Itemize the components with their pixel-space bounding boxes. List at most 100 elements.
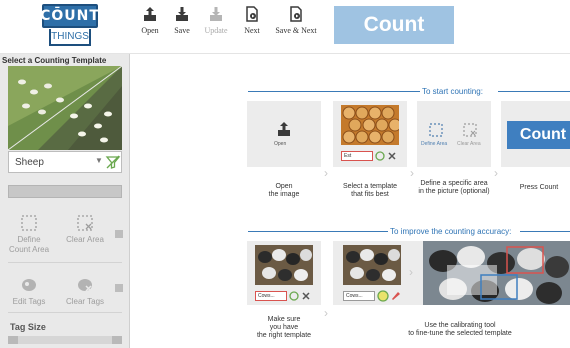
clear-area-button[interactable]: Clear Area bbox=[62, 214, 108, 245]
sidebar-title: Select a Counting Template bbox=[2, 56, 107, 65]
define-area-icon bbox=[21, 215, 37, 231]
save-next-label: Save & Next bbox=[275, 26, 317, 35]
clear-tags-label: Clear Tags bbox=[65, 297, 105, 306]
save-next-icon bbox=[290, 6, 302, 22]
chevron-down-icon: ▼ bbox=[95, 156, 103, 165]
template-select-mini: Cows... bbox=[255, 291, 287, 301]
update-icon bbox=[210, 7, 222, 21]
confirm-icon bbox=[375, 151, 385, 161]
template-select-mini-value: Est bbox=[344, 153, 352, 159]
sidebar-divider bbox=[8, 312, 122, 313]
save-next-button[interactable]: Save & Next bbox=[274, 6, 318, 48]
improve-accuracy-title: To improve the counting accuracy: bbox=[390, 227, 512, 236]
calibration-preview-image bbox=[423, 241, 570, 305]
logo-text-count: CŌUNT bbox=[40, 8, 100, 24]
template-select[interactable]: Sheep ▼ bbox=[8, 151, 122, 173]
caption-line: Select a template bbox=[342, 183, 398, 190]
caption-line: Define a specific area bbox=[420, 180, 488, 187]
chevron-right-icon: › bbox=[324, 306, 328, 320]
save-icon bbox=[176, 7, 188, 21]
section-divider bbox=[248, 91, 420, 92]
template-sidebar: Select a Counting Template Sheep ▼ Defin… bbox=[0, 54, 130, 348]
clear-area-mini-label: Clear Area bbox=[457, 141, 481, 147]
template-select-mini: Cows... bbox=[343, 291, 375, 301]
next-button[interactable]: Next bbox=[230, 6, 274, 48]
no-filter-icon[interactable] bbox=[105, 154, 121, 175]
cows-image bbox=[255, 245, 313, 285]
open-icon bbox=[144, 7, 156, 21]
start-counting-title: To start counting: bbox=[422, 87, 483, 96]
edit-tags-button[interactable]: Edit Tags bbox=[6, 276, 52, 307]
caption-line: you have bbox=[269, 324, 299, 331]
chevron-right-icon: › bbox=[494, 166, 498, 180]
toolbar: CŌUNT THINGS Open Save Update Next Save … bbox=[0, 0, 570, 54]
clear-area-label: Clear Area bbox=[66, 235, 104, 244]
pencil-icon bbox=[392, 292, 400, 300]
getting-started-guide: To start counting: Open Open the image › bbox=[130, 54, 570, 348]
check-template-caption: Make sure you have the right template bbox=[247, 316, 321, 340]
section-divider bbox=[248, 231, 388, 232]
slider-increase-handle[interactable] bbox=[112, 336, 122, 344]
next-label: Next bbox=[244, 26, 260, 35]
next-icon bbox=[246, 6, 258, 22]
define-area-mini-label: Define Area bbox=[421, 141, 448, 147]
check-template-card: Cows... bbox=[247, 241, 321, 305]
clear-tags-button[interactable]: Clear Tags bbox=[62, 276, 108, 307]
tags-help-icon[interactable] bbox=[115, 284, 123, 292]
define-count-area-label: Define Count Area bbox=[8, 235, 50, 254]
logo-text-things: THINGS bbox=[51, 31, 89, 42]
step-count-caption: Press Count bbox=[508, 184, 570, 192]
template-select-value: Sheep bbox=[15, 157, 44, 168]
chevron-right-icon: › bbox=[410, 166, 414, 180]
close-icon bbox=[302, 292, 310, 300]
template-select-mini-value: Cows... bbox=[258, 293, 275, 299]
chevron-right-icon: › bbox=[324, 166, 328, 180]
tag-size-slider[interactable] bbox=[8, 336, 122, 344]
caption-line: Press Count bbox=[519, 184, 559, 191]
step-open-card: Open bbox=[247, 101, 321, 167]
caption-line: in the picture (optional) bbox=[418, 188, 490, 195]
open-mini-label: Open bbox=[274, 141, 287, 147]
clear-tags-icon bbox=[78, 279, 92, 292]
template-select-mini: Est bbox=[341, 151, 373, 161]
calibrate-tool-card: Cows... › bbox=[333, 241, 570, 305]
slider-decrease-handle[interactable] bbox=[8, 336, 18, 344]
count-button-preview: Count bbox=[507, 121, 570, 149]
section-divider bbox=[498, 91, 570, 92]
clear-area-icon bbox=[77, 215, 93, 231]
caption-line: that fits best bbox=[351, 191, 389, 198]
close-icon bbox=[388, 152, 396, 160]
template-select-mini-value: Cows... bbox=[346, 293, 363, 299]
caption-line: the image bbox=[268, 191, 300, 198]
clear-area-icon bbox=[463, 123, 477, 137]
count-button[interactable]: Count bbox=[334, 6, 454, 44]
countthings-logo: CŌUNT THINGS bbox=[40, 4, 100, 48]
define-area-icon bbox=[429, 123, 443, 137]
calibrate-icon bbox=[377, 290, 389, 302]
step-open-caption: Open the image bbox=[247, 183, 321, 199]
sidebar-divider bbox=[8, 262, 122, 263]
caption-line: Make sure bbox=[267, 316, 301, 323]
edit-tags-label: Edit Tags bbox=[12, 297, 46, 306]
sheep-image bbox=[8, 66, 122, 150]
template-thumbnail[interactable] bbox=[8, 66, 122, 150]
step-define-area-caption: Define a specific area in the picture (o… bbox=[410, 180, 498, 196]
caption-line: the right template bbox=[256, 332, 312, 339]
edit-tags-icon bbox=[22, 279, 36, 291]
cows-image bbox=[343, 245, 401, 285]
define-count-area-button[interactable]: Define Count Area bbox=[6, 214, 52, 255]
caption-line: to fine-tune the selected template bbox=[408, 330, 512, 337]
step-template-caption: Select a template that fits best bbox=[333, 183, 407, 199]
calibrate-tool-caption: Use the calibrating tool to fine-tune th… bbox=[380, 322, 540, 338]
chevron-right-icon: › bbox=[409, 265, 413, 279]
step-count-card: Count bbox=[501, 101, 570, 167]
section-divider bbox=[520, 231, 570, 232]
logs-image bbox=[341, 105, 399, 145]
template-progress-bar bbox=[8, 185, 122, 198]
caption-line: Use the calibrating tool bbox=[424, 322, 496, 329]
open-icon bbox=[278, 122, 290, 136]
area-help-icon[interactable] bbox=[115, 230, 123, 238]
confirm-icon bbox=[289, 291, 299, 301]
tag-size-label: Tag Size bbox=[10, 322, 46, 332]
step-template-card: Est bbox=[333, 101, 407, 167]
